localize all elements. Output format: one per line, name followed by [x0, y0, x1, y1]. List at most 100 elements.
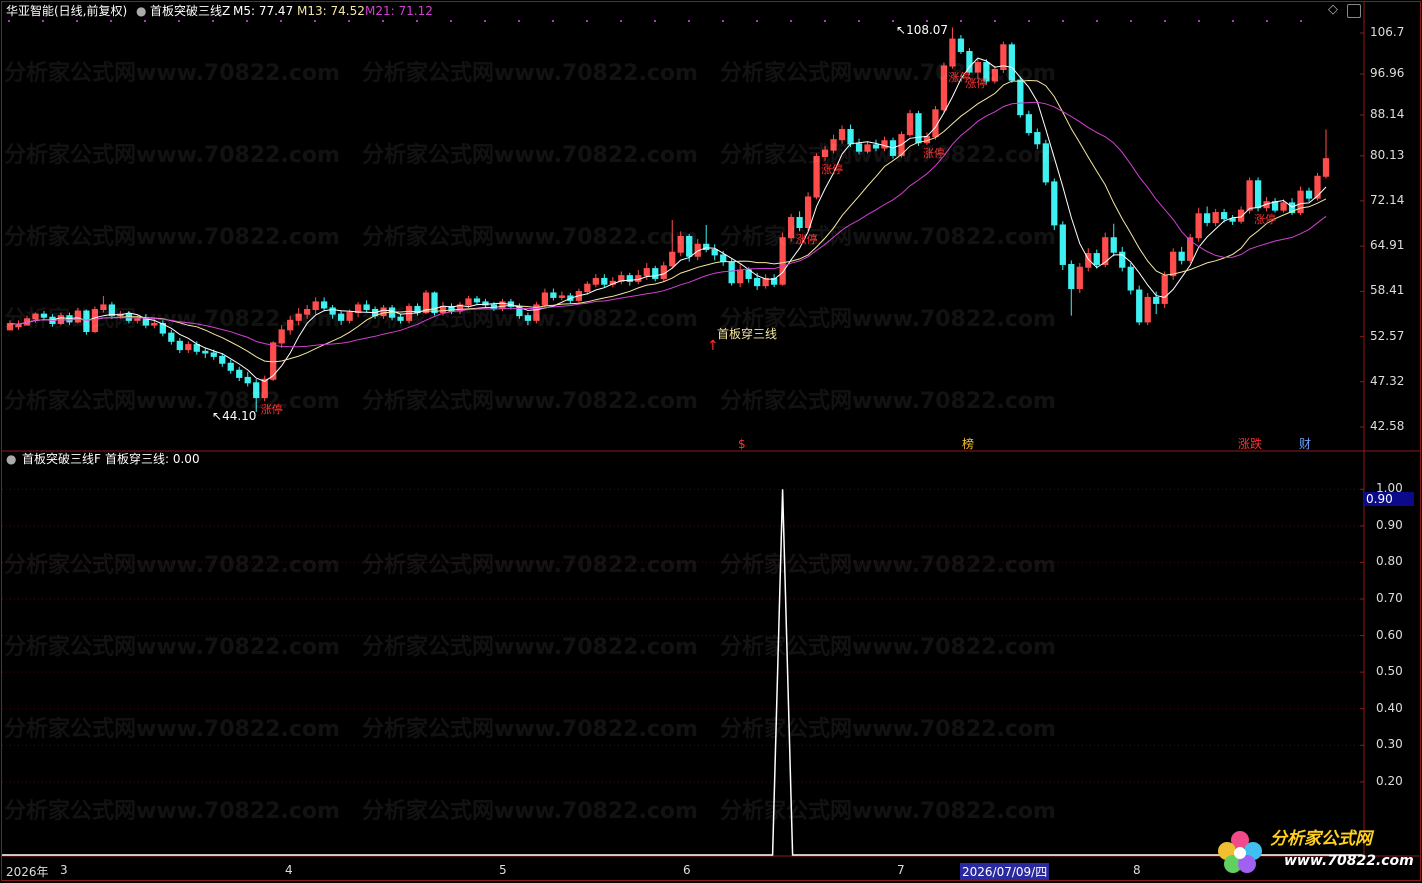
candle-down — [847, 129, 854, 145]
candle-up — [1161, 275, 1168, 304]
candle-up — [1170, 251, 1177, 277]
indicator-toggle-icon[interactable]: ● — [136, 4, 146, 18]
diamond-icon[interactable]: ◇ — [1328, 3, 1338, 17]
candle-down — [1229, 218, 1236, 222]
candle-up — [100, 304, 107, 310]
kline-chart[interactable] — [0, 0, 1422, 883]
top-dot — [1028, 20, 1030, 22]
top-dot — [1300, 20, 1302, 22]
top-dot — [1062, 20, 1064, 22]
candle-down — [720, 254, 727, 263]
y-tick-label: 47.32 — [1370, 373, 1405, 388]
candle-up — [261, 378, 268, 399]
candle-up — [465, 298, 472, 306]
limit-up-label: 涨停 — [1254, 213, 1277, 227]
sub-tick-label: 0.20 — [1376, 773, 1403, 788]
candle-up — [821, 149, 829, 158]
top-dot — [8, 20, 10, 22]
candle-down — [337, 313, 345, 321]
candle-up — [1314, 175, 1321, 199]
sub-tick-label: 0.90 — [1376, 517, 1403, 532]
top-dot — [246, 20, 248, 22]
high-price-label: ↖108.07 — [896, 23, 949, 37]
candle-down — [244, 376, 251, 384]
x-cursor-date: 2026/07/09/四 — [960, 863, 1050, 880]
top-dot — [280, 20, 282, 22]
candle-down — [1042, 143, 1049, 183]
candle-down — [711, 249, 718, 256]
flower-logo-icon — [1218, 831, 1262, 873]
candle-down — [321, 301, 328, 309]
candle-down — [855, 143, 863, 152]
y-tick-label: 106.7 — [1370, 25, 1405, 39]
candle-down — [431, 292, 438, 314]
candle-down — [329, 307, 336, 315]
candle-down — [1093, 253, 1100, 265]
top-dot — [892, 20, 894, 22]
x-tick-year: 2026年 — [6, 865, 49, 879]
ma13-line — [9, 79, 1327, 363]
sub-indicator-toggle-icon[interactable]: ● — [6, 452, 16, 466]
brand-logo: 分析家公式网 www.70822.com — [1214, 826, 1414, 876]
candle-down — [1017, 79, 1024, 116]
candle-down — [219, 355, 226, 364]
low-price-value: 44.10 — [222, 409, 257, 423]
candle-down — [236, 369, 243, 378]
candle-up — [32, 313, 39, 320]
ma21-line — [9, 101, 1327, 348]
candle-down — [728, 261, 735, 284]
candle-up — [439, 305, 447, 314]
window-close-button[interactable] — [1347, 4, 1361, 18]
limit-up-label: 涨停 — [821, 162, 844, 176]
candle-up — [779, 237, 786, 285]
sub-indicator-value: 首板穿三线: 0.00 — [105, 452, 200, 466]
top-dot — [314, 20, 316, 22]
candle-down — [1271, 201, 1279, 211]
marker-cai[interactable]: 财 — [1299, 437, 1311, 451]
candle-up — [669, 251, 676, 267]
marker-zd[interactable]: 涨跌 — [1238, 437, 1262, 451]
candle-up — [1297, 190, 1304, 214]
x-tick-3: 3 — [60, 863, 68, 877]
candle-down — [210, 352, 217, 357]
marker-s[interactable]: $ — [738, 437, 746, 451]
candle-up — [813, 156, 820, 198]
candle-down — [1153, 296, 1160, 304]
top-dot — [620, 20, 622, 22]
top-dot — [586, 20, 588, 22]
candle-up — [1212, 212, 1219, 223]
candle-up — [134, 318, 141, 321]
sub-tick-label: 0.50 — [1376, 664, 1403, 679]
candle-down — [83, 310, 90, 332]
sub-indicator-name: 首板突破三线F — [22, 452, 101, 466]
candle-down — [1110, 237, 1117, 253]
candle-up — [1246, 180, 1253, 211]
top-dot — [1164, 20, 1166, 22]
top-dot — [926, 20, 928, 22]
candle-down — [524, 315, 532, 321]
top-dot — [382, 20, 384, 22]
sub-tick-label: 0.80 — [1376, 554, 1403, 569]
candle-up — [584, 283, 591, 292]
top-dot — [1266, 20, 1268, 22]
marker-bang[interactable]: 榜 — [962, 437, 974, 451]
signal-arrow-icon: ↑ — [707, 338, 719, 354]
candle-up — [312, 301, 319, 310]
candle-down — [193, 344, 200, 352]
m13-value: M13: 74.52 — [297, 4, 365, 18]
y-tick-label: 72.14 — [1370, 192, 1405, 207]
top-dot — [1198, 20, 1200, 22]
candle-down — [176, 340, 183, 351]
candle-down — [686, 235, 693, 257]
low-price-label: ↖44.10 — [212, 409, 257, 423]
x-tick-7: 7 — [897, 863, 905, 877]
top-dot — [76, 20, 78, 22]
top-dot — [178, 20, 180, 22]
candle-down — [202, 350, 209, 354]
candle-up — [830, 139, 837, 151]
top-dot — [1232, 20, 1234, 22]
candle-up — [91, 308, 99, 332]
high-price-value: 108.07 — [906, 23, 949, 37]
candle-down — [550, 292, 557, 298]
y-tick-label: 52.57 — [1370, 328, 1405, 343]
